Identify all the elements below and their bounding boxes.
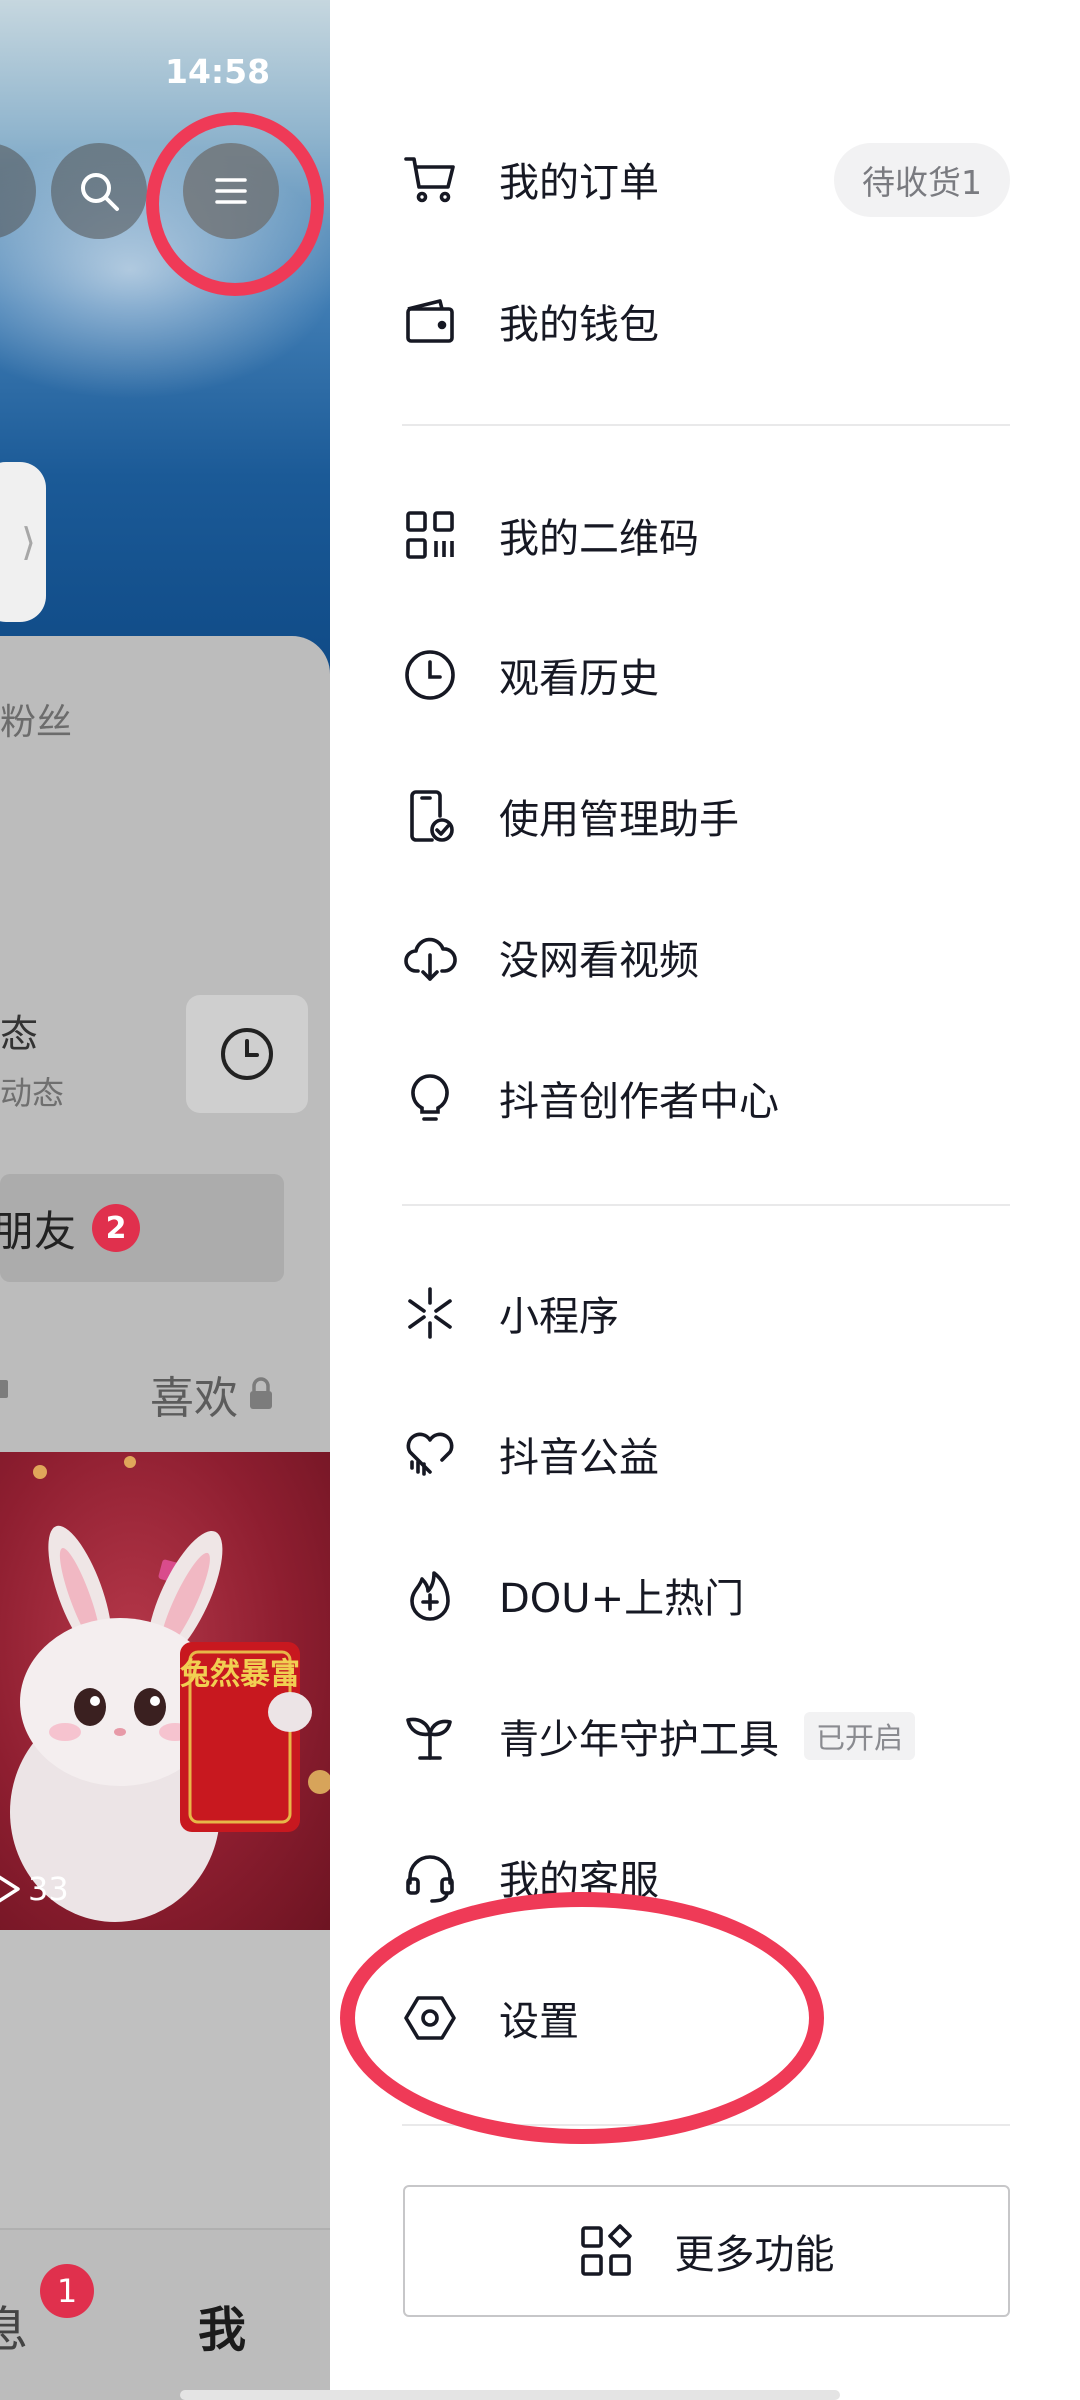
video-thumbnail[interactable]: 兔然暴富 bbox=[0, 1452, 330, 1930]
friends-label: 朋友 bbox=[0, 1206, 77, 1256]
menu-item-offline-video[interactable]: 没网看视频 bbox=[330, 902, 1080, 1012]
profile-page-background: 14:58 ⟩ 粉丝 态 动态 朋友 2 喜欢 兔然暴富 33 息 1 我 bbox=[0, 0, 330, 2400]
menu-item-qrcode[interactable]: 我的二维码 bbox=[330, 480, 1080, 590]
divider bbox=[402, 424, 1010, 426]
youth-status-badge: 已开启 bbox=[804, 1712, 916, 1760]
cloud-download-icon bbox=[402, 929, 458, 985]
menu-item-wallet[interactable]: 我的钱包 bbox=[330, 266, 1080, 376]
chevron-right-icon[interactable]: ⟩ bbox=[0, 462, 46, 622]
lock-icon bbox=[250, 1377, 272, 1409]
spark-icon bbox=[402, 1285, 458, 1341]
cart-icon bbox=[402, 151, 458, 207]
divider bbox=[402, 1204, 1010, 1206]
qrcode-icon bbox=[402, 507, 458, 563]
menu-label-offline-video: 没网看视频 bbox=[499, 938, 699, 984]
heart-hand-icon bbox=[402, 1426, 458, 1482]
menu-item-charity[interactable]: 抖音公益 bbox=[330, 1399, 1080, 1509]
flame-plus-icon bbox=[402, 1567, 458, 1623]
video-views-count: 33 bbox=[28, 1870, 69, 1908]
annotation-circle-menu bbox=[146, 112, 324, 296]
nav-messages[interactable]: 息 bbox=[0, 2290, 28, 2360]
dynamics-title: 态 bbox=[0, 1012, 39, 1056]
play-icon bbox=[0, 1875, 20, 1903]
lightbulb-icon bbox=[402, 1070, 458, 1126]
menu-label-orders: 我的订单 bbox=[499, 160, 659, 206]
menu-label-creator-center: 抖音创作者中心 bbox=[499, 1079, 779, 1125]
menu-label-youth-protection: 青少年守护工具 bbox=[499, 1717, 779, 1763]
poster-text: 兔然暴富 bbox=[180, 1657, 300, 1692]
search-button[interactable] bbox=[51, 143, 147, 239]
menu-label-history: 观看历史 bbox=[499, 656, 659, 702]
menu-item-mini-programs[interactable]: 小程序 bbox=[330, 1258, 1080, 1368]
home-indicator[interactable] bbox=[180, 2390, 840, 2400]
fans-label: 粉丝 bbox=[0, 702, 73, 743]
wallet-icon bbox=[402, 293, 458, 349]
menu-label-qrcode: 我的二维码 bbox=[499, 516, 699, 562]
content-area bbox=[0, 1930, 330, 2230]
status-bar-time: 14:58 bbox=[165, 52, 271, 91]
menu-item-history[interactable]: 观看历史 bbox=[330, 620, 1080, 730]
menu-item-creator-center[interactable]: 抖音创作者中心 bbox=[330, 1043, 1080, 1153]
menu-item-dou-plus[interactable]: DOU+上热门 bbox=[330, 1540, 1080, 1650]
tab-likes[interactable]: 喜欢 bbox=[150, 1362, 274, 1426]
phone-check-icon bbox=[402, 788, 458, 844]
menu-label-dou-plus: DOU+上热门 bbox=[499, 1576, 745, 1622]
clock-icon bbox=[221, 1028, 273, 1080]
bottom-nav: 息 1 我 bbox=[0, 2228, 330, 2400]
nav-me[interactable]: 我 bbox=[198, 2290, 246, 2360]
menu-label-mini-programs: 小程序 bbox=[499, 1294, 619, 1340]
recent-activity-button[interactable] bbox=[186, 995, 308, 1113]
dynamics-subtitle: 动态 bbox=[0, 1074, 65, 1112]
side-drawer: 我的订单 待收货1 我的钱包 我的二维码 观看历史 使用管理助手 没网看视频 抖… bbox=[330, 0, 1080, 2400]
annotation-circle-settings bbox=[340, 1892, 824, 2144]
add-friends-button[interactable]: 朋友 2 bbox=[0, 1174, 284, 1282]
menu-item-usage-assistant[interactable]: 使用管理助手 bbox=[330, 761, 1080, 871]
order-status-badge[interactable]: 待收货1 bbox=[834, 143, 1010, 217]
menu-label-usage-assistant: 使用管理助手 bbox=[499, 797, 739, 843]
more-features-label: 更多功能 bbox=[674, 2232, 835, 2278]
friends-badge: 2 bbox=[92, 1204, 141, 1252]
rabbit-poster-image: 兔然暴富 bbox=[10, 1456, 330, 1922]
video-views: 33 bbox=[0, 1870, 69, 1908]
likes-tab-label: 喜欢 bbox=[150, 1373, 238, 1424]
menu-item-youth-protection[interactable]: 青少年守护工具 bbox=[330, 1681, 1080, 1791]
menu-label-wallet: 我的钱包 bbox=[499, 302, 659, 348]
search-icon bbox=[81, 173, 119, 211]
nav-messages-badge: 1 bbox=[40, 2264, 94, 2318]
apps-grid-icon bbox=[580, 2224, 632, 2276]
more-features-button[interactable]: 更多功能 bbox=[403, 2185, 1010, 2317]
sprout-icon bbox=[402, 1708, 458, 1764]
headset-icon bbox=[402, 1849, 458, 1905]
lock-icon bbox=[0, 1380, 8, 1398]
profile-cover-image bbox=[0, 0, 330, 680]
clock-icon bbox=[402, 647, 458, 703]
menu-label-charity: 抖音公益 bbox=[499, 1435, 659, 1481]
